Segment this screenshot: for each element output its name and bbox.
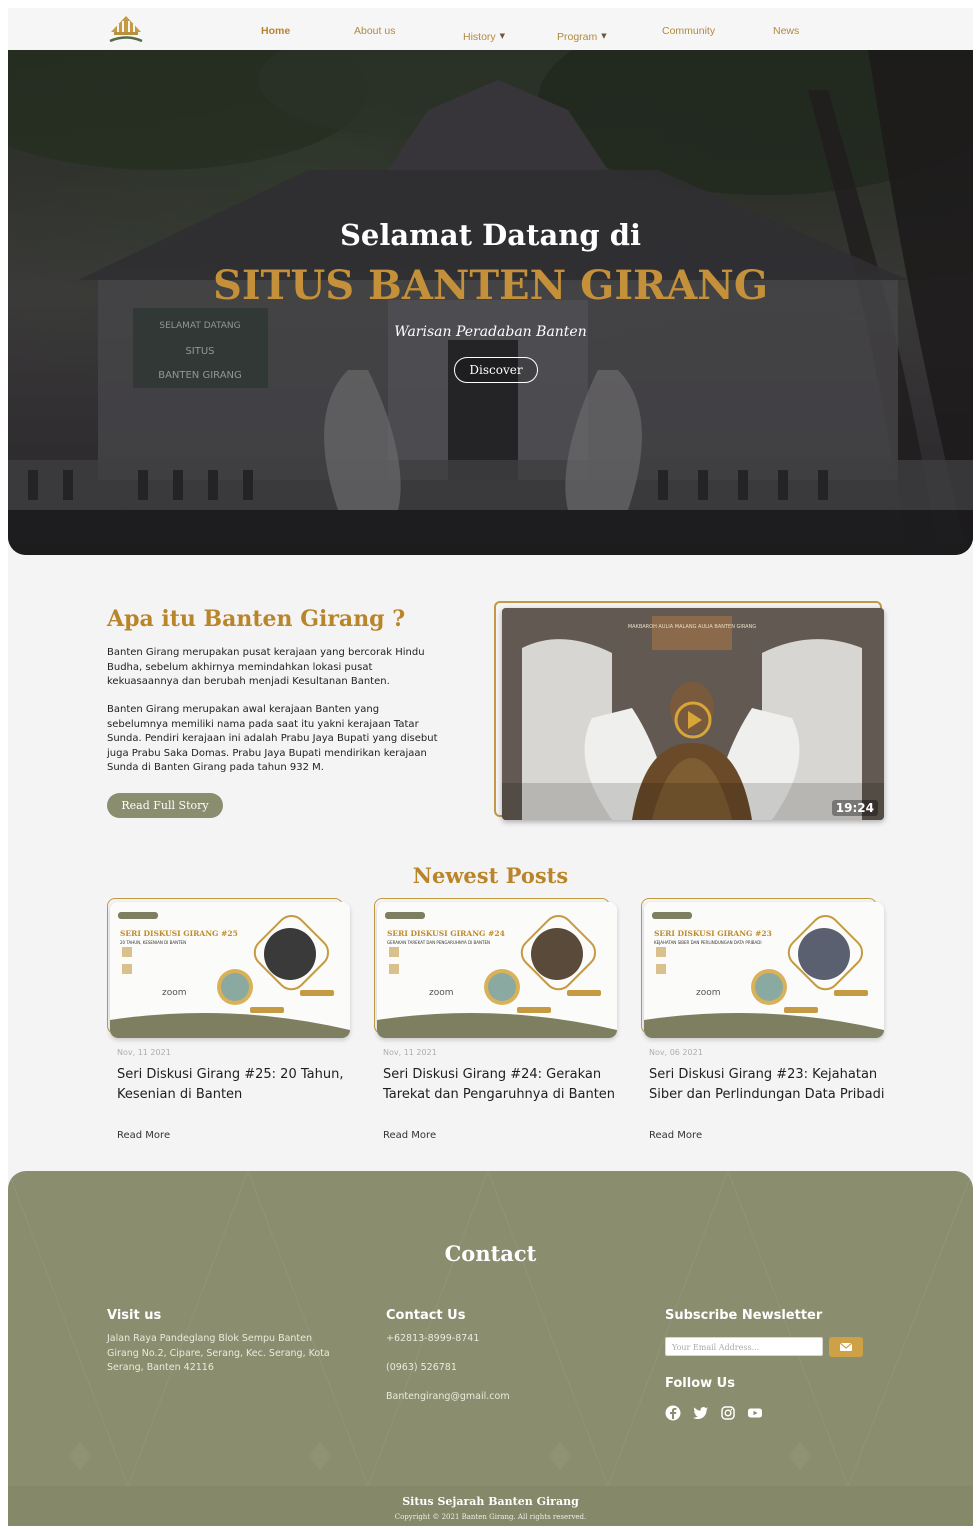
subscribe-button[interactable] xyxy=(829,1337,863,1357)
nav-news[interactable]: News xyxy=(773,25,799,37)
post-title[interactable]: Seri Diskusi Girang #25: 20 Tahun, Kesen… xyxy=(117,1065,367,1104)
play-icon[interactable] xyxy=(673,700,713,740)
contact-us-heading: Contact Us xyxy=(386,1308,466,1323)
zoom-logo: zoom xyxy=(429,988,454,998)
newest-posts-heading: Newest Posts xyxy=(412,863,569,888)
read-full-story-button[interactable]: Read Full Story xyxy=(107,793,223,818)
newsletter-email-input[interactable]: Your Email Address... xyxy=(665,1337,823,1356)
address-text: Jalan Raya Pandeglang Blok Sempu Banten … xyxy=(107,1333,330,1373)
nav-history-label: History xyxy=(463,31,496,43)
post-thumbnail[interactable]: SERI DISKUSI GIRANG #25 20 TAHUN, KESENI… xyxy=(110,902,350,1038)
video-sign-text: MAKBAROH AULIA MALANG AULIA BANTEN GIRAN… xyxy=(628,624,756,630)
nav-program[interactable]: Program ▼ xyxy=(557,25,607,44)
footer-pattern xyxy=(8,1171,973,1486)
post-thumbnail-graphic xyxy=(110,902,350,1038)
post-date: Nov, 11 2021 xyxy=(383,1048,437,1057)
instagram-icon[interactable] xyxy=(720,1405,736,1421)
post-thumb-title: SERI DISKUSI GIRANG #23 xyxy=(654,929,772,938)
phone-1[interactable]: +62813-8999-8741 xyxy=(386,1332,479,1347)
twitter-icon[interactable] xyxy=(693,1405,709,1421)
newsletter-heading: Subscribe Newsletter xyxy=(665,1308,823,1323)
nav-community[interactable]: Community xyxy=(662,25,715,37)
hero-subtitle: Warisan Peradaban Banten xyxy=(394,324,587,340)
post-thumbnail-graphic xyxy=(644,902,884,1038)
post-thumb-subtitle: KEJAHATAN SIBER DAN PERLINDUNGAN DATA PR… xyxy=(654,940,762,945)
nav-program-label: Program xyxy=(557,31,598,43)
post-thumb-subtitle: GERAKAN TAREKAT DAN PENGARUHNYA DI BANTE… xyxy=(387,940,490,945)
contact-heading: Contact xyxy=(444,1241,537,1266)
follow-us-heading: Follow Us xyxy=(665,1376,735,1391)
about-paragraph-2: Banten Girang merupakan awal kerajaan Ba… xyxy=(107,704,438,773)
facebook-icon[interactable] xyxy=(665,1405,681,1421)
post-thumbnail[interactable]: SERI DISKUSI GIRANG #24 GERAKAN TAREKAT … xyxy=(377,902,617,1038)
post-thumb-title: SERI DISKUSI GIRANG #24 xyxy=(387,929,505,938)
post-date: Nov, 06 2021 xyxy=(649,1048,703,1057)
top-navbar: Home About us History ▼ Program ▼ Communit… xyxy=(8,8,973,51)
zoom-logo: zoom xyxy=(162,988,187,998)
post-title[interactable]: Seri Diskusi Girang #24: Gerakan Tarekat… xyxy=(383,1065,633,1104)
copyright-text: Copyright © 2021 Banten Girang. All righ… xyxy=(394,1513,587,1521)
hero-banner: SELAMAT DATANG SITUS BANTEN GIRANG Selam… xyxy=(8,50,973,555)
nav-home[interactable]: Home xyxy=(261,25,290,37)
hero-title-line1: Selamat Datang di xyxy=(339,218,642,252)
post-title[interactable]: Seri Diskusi Girang #23: Kejahatan Siber… xyxy=(649,1065,899,1104)
footer: Contact Visit us Jalan Raya Pandeglang B… xyxy=(8,1171,973,1526)
post-thumbnail-graphic xyxy=(377,902,617,1038)
nav-about-us[interactable]: About us xyxy=(354,25,395,37)
video-player[interactable]: MAKBAROH AULIA MALANG AULIA BANTEN GIRAN… xyxy=(502,608,884,820)
visit-us-heading: Visit us xyxy=(107,1308,162,1323)
about-paragraph-1: Banten Girang merupakan pusat kerajaan y… xyxy=(107,647,425,687)
read-more-link[interactable]: Read More xyxy=(117,1130,170,1141)
post-thumb-subtitle: 20 TAHUN, KESENIAN DI BANTEN xyxy=(120,940,187,945)
discover-button[interactable]: Discover xyxy=(454,357,538,383)
chevron-down-icon: ▼ xyxy=(601,31,607,40)
about-title: Apa itu Banten Girang ? xyxy=(107,606,406,632)
chevron-down-icon: ▼ xyxy=(499,31,506,40)
hero-title-line2: SITUS BANTEN GIRANG xyxy=(212,262,769,309)
zoom-logo: zoom xyxy=(696,988,721,998)
post-thumb-title: SERI DISKUSI GIRANG #25 xyxy=(120,929,238,938)
youtube-icon[interactable] xyxy=(747,1405,763,1421)
mail-icon xyxy=(839,1342,853,1351)
email-link[interactable]: Bantengirang@gmail.com xyxy=(386,1390,510,1405)
post-date: Nov, 11 2021 xyxy=(117,1048,171,1057)
video-duration: 19:24 xyxy=(831,800,878,816)
nav-history[interactable]: History ▼ xyxy=(463,25,505,44)
phone-2[interactable]: (0963) 526781 xyxy=(386,1361,457,1376)
post-thumbnail[interactable]: SERI DISKUSI GIRANG #23 KEJAHATAN SIBER … xyxy=(644,902,884,1038)
page: Home About us History ▼ Program ▼ Communit… xyxy=(8,8,973,1526)
logo-icon[interactable] xyxy=(108,15,144,43)
footer-brand: Situs Sejarah Banten Girang xyxy=(402,1495,579,1508)
read-more-link[interactable]: Read More xyxy=(383,1130,436,1141)
read-more-link[interactable]: Read More xyxy=(649,1130,702,1141)
